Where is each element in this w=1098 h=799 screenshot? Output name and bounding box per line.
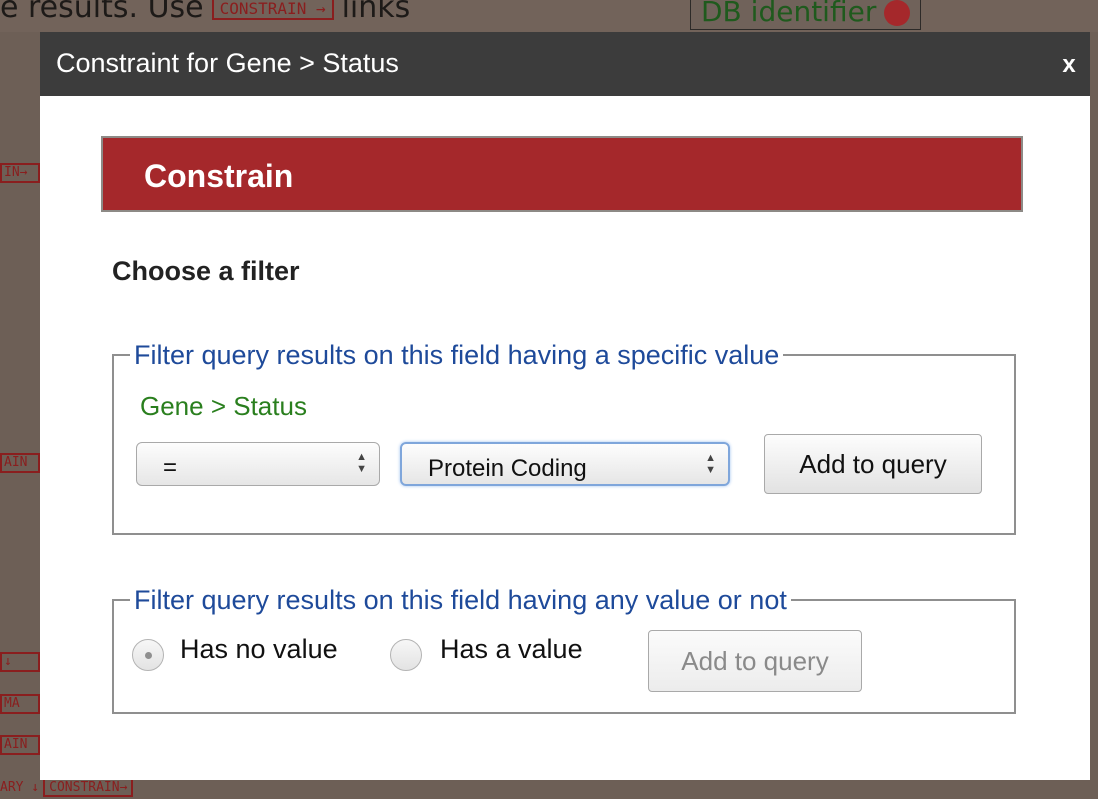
has-a-value-radio[interactable]: [390, 639, 422, 671]
background-tag: MA: [0, 694, 40, 714]
dialog-header: Constraint for Gene > Status x: [40, 32, 1090, 96]
operator-select-value: =: [163, 454, 178, 481]
background-tag: AIN: [0, 453, 40, 473]
has-no-value-radio[interactable]: [132, 639, 164, 671]
background-bottom-strip: ARY ↓ CONSTRAIN→: [0, 780, 1098, 799]
specific-value-legend: Filter query results on this field havin…: [134, 340, 780, 370]
background-summary-link: ARY ↓: [0, 780, 40, 795]
constrain-banner: Constrain: [101, 136, 1023, 212]
background-column-header-text: DB identifier: [701, 0, 877, 28]
background-left-strip: IN→ AIN ↓ MA AIN: [0, 32, 40, 799]
background-instructions-suffix: links: [341, 0, 411, 25]
add-to-query-button[interactable]: Add to query: [764, 434, 982, 494]
value-select[interactable]: Protein Coding ▲ ▼: [400, 442, 730, 486]
background-tag: ↓: [0, 652, 40, 672]
background-constrain-button: CONSTRAIN →: [211, 0, 334, 20]
background-bottom-text: ARY ↓ CONSTRAIN→: [0, 780, 134, 797]
dialog-title: Constraint for Gene > Status: [56, 48, 399, 78]
add-to-query-null-button[interactable]: Add to query: [648, 630, 862, 692]
background-instructions: e results. Use CONSTRAIN → links: [0, 0, 410, 25]
constraint-dialog: Constraint for Gene > Status x Constrain…: [40, 32, 1090, 780]
up-down-arrows-icon: ▲ ▼: [705, 452, 716, 476]
background-top-strip: e results. Use CONSTRAIN → links DB identi…: [0, 0, 1098, 32]
background-instructions-text: e results. Use: [0, 0, 204, 25]
field-path-label: Gene > Status: [140, 391, 307, 421]
any-value-legend: Filter query results on this field havin…: [134, 585, 787, 615]
background-tag: IN→: [0, 163, 40, 183]
background-constrain-button: CONSTRAIN→: [43, 780, 134, 797]
operator-select[interactable]: = ▲ ▼: [136, 442, 380, 486]
up-down-arrows-icon: ▲ ▼: [356, 451, 367, 475]
remove-column-icon: [884, 0, 911, 26]
has-a-value-label[interactable]: Has a value: [440, 634, 583, 665]
background-tag: AIN: [0, 735, 40, 755]
radio-selected-dot: [145, 652, 152, 659]
close-icon: x: [1062, 51, 1076, 78]
background-column-header: DB identifier: [690, 0, 922, 30]
constrain-banner-title: Constrain: [144, 158, 294, 194]
value-select-value: Protein Coding: [428, 455, 587, 482]
background-right-strip: [1090, 32, 1098, 799]
close-button[interactable]: x: [1057, 50, 1081, 80]
choose-filter-label: Choose a filter: [112, 256, 300, 286]
has-no-value-label[interactable]: Has no value: [180, 634, 338, 665]
